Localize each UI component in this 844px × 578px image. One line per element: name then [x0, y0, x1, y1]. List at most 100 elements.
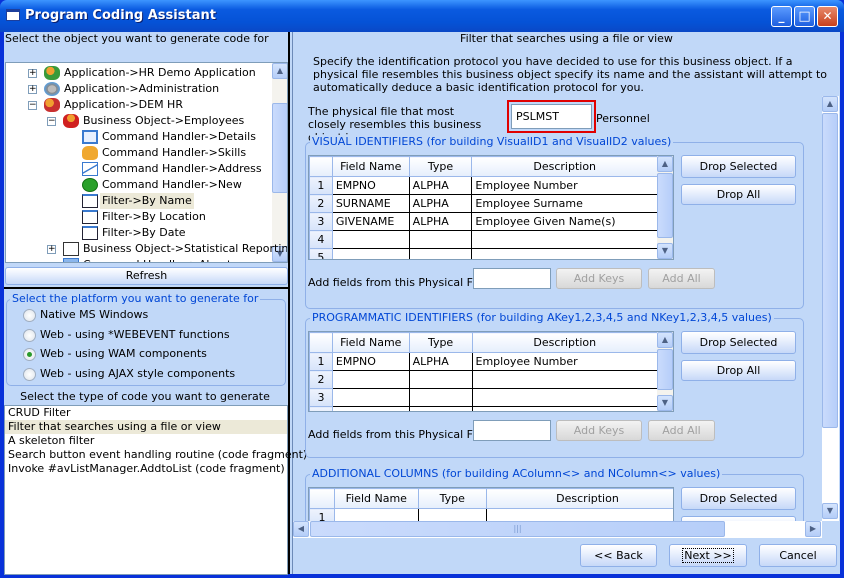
- maximize-button[interactable]: □: [794, 6, 815, 27]
- platform-radio[interactable]: [23, 348, 36, 361]
- code-type-item[interactable]: Search button event handling routine (co…: [5, 448, 307, 462]
- content-hscrollbar[interactable]: ◀ ||| ▶: [293, 521, 822, 538]
- platform-radio[interactable]: [23, 328, 36, 342]
- table-cell[interactable]: [471, 370, 658, 389]
- column-header[interactable]: Field Name: [333, 488, 419, 509]
- table-cell[interactable]: EMPNO: [331, 176, 410, 195]
- platform-label[interactable]: Web - using AJAX style components: [40, 367, 235, 380]
- visual-grid[interactable]: Field Name Type Description 1 EMPNO ALPHA Empl…: [308, 155, 674, 260]
- column-header[interactable]: Field Name: [331, 332, 410, 353]
- table-cell[interactable]: [471, 230, 658, 249]
- table-row[interactable]: 5: [309, 248, 658, 259]
- table-cell[interactable]: ALPHA: [408, 176, 473, 195]
- content-vscrollbar[interactable]: ▲ ▼: [822, 96, 839, 521]
- table-cell[interactable]: [408, 230, 473, 249]
- expand-toggle[interactable]: −: [47, 117, 56, 126]
- table-cell[interactable]: ALPHA: [408, 194, 473, 213]
- table-cell[interactable]: [331, 406, 410, 411]
- scroll-thumb[interactable]: [272, 103, 287, 193]
- tree-item[interactable]: Application->DEM HR: [64, 97, 183, 113]
- scroll-down-icon[interactable]: ▼: [822, 503, 838, 519]
- expand-toggle[interactable]: +: [28, 69, 37, 78]
- table-cell[interactable]: [471, 248, 658, 259]
- table-cell[interactable]: [471, 388, 658, 407]
- code-type-list[interactable]: CRUD Filter Filter that searches using a …: [4, 405, 307, 575]
- table-cell[interactable]: [331, 230, 410, 249]
- column-header[interactable]: Type: [417, 488, 487, 509]
- add-keys-button[interactable]: Add Keys: [556, 268, 642, 289]
- scroll-right-icon[interactable]: ▶: [805, 521, 821, 537]
- add-fields-input[interactable]: [473, 268, 551, 289]
- tree-item[interactable]: Command Handler->Details: [102, 129, 256, 145]
- minimize-button[interactable]: _: [771, 6, 792, 27]
- scroll-up-icon[interactable]: ▲: [272, 63, 287, 79]
- table-cell[interactable]: [471, 406, 658, 411]
- physical-file-input[interactable]: PSLMST: [511, 104, 592, 129]
- tree-item[interactable]: Filter->By Name: [100, 193, 194, 209]
- next-button[interactable]: Next >>: [669, 544, 747, 567]
- expand-toggle[interactable]: +: [28, 85, 37, 94]
- scroll-thumb[interactable]: [822, 113, 838, 428]
- additional-grid[interactable]: Field Name Type Description 1: [308, 487, 674, 521]
- column-header[interactable]: Type: [408, 156, 473, 177]
- close-button[interactable]: ✕: [817, 6, 838, 27]
- programmatic-grid-scrollbar[interactable]: ▲ ▼: [657, 332, 673, 411]
- scroll-up-icon[interactable]: ▲: [657, 332, 673, 348]
- expand-toggle[interactable]: +: [47, 245, 56, 254]
- add-all-button[interactable]: Add All: [648, 268, 715, 289]
- table-cell[interactable]: ALPHA: [408, 212, 473, 231]
- scroll-thumb[interactable]: |||: [310, 521, 725, 537]
- platform-radio[interactable]: [23, 309, 36, 322]
- table-cell[interactable]: [331, 248, 410, 259]
- column-header[interactable]: [309, 332, 333, 353]
- tree-item[interactable]: Filter->By Date: [102, 225, 186, 241]
- platform-label[interactable]: Native MS Windows: [40, 308, 148, 321]
- code-type-item[interactable]: Filter that searches using a file or vie…: [5, 420, 287, 434]
- table-row[interactable]: 4: [309, 406, 658, 411]
- table-cell[interactable]: [331, 388, 410, 407]
- table-cell[interactable]: [408, 370, 473, 389]
- drop-selected-button[interactable]: Drop Selected: [681, 487, 796, 510]
- table-cell[interactable]: [408, 248, 473, 259]
- scroll-down-icon[interactable]: ▼: [657, 243, 673, 259]
- add-keys-button[interactable]: Add Keys: [556, 420, 642, 441]
- scroll-up-icon[interactable]: ▲: [822, 96, 838, 112]
- table-cell[interactable]: ALPHA: [408, 352, 473, 371]
- table-cell[interactable]: [417, 508, 487, 521]
- tree-scrollbar[interactable]: ▲ ▼: [272, 63, 287, 262]
- table-row[interactable]: 3: [309, 388, 658, 407]
- table-cell[interactable]: [408, 406, 473, 411]
- table-cell[interactable]: [408, 388, 473, 407]
- table-cell[interactable]: EMPNO: [331, 352, 410, 371]
- tree-item[interactable]: Command Handler->Address: [102, 161, 262, 177]
- table-row[interactable]: 1: [309, 508, 673, 521]
- table-row[interactable]: 4: [309, 230, 658, 249]
- table-row[interactable]: 1 EMPNO ALPHA Employee Number: [309, 176, 658, 195]
- drop-selected-button[interactable]: Drop Selected: [681, 331, 796, 354]
- tree-item[interactable]: Filter->By Location: [102, 209, 206, 225]
- scroll-left-icon[interactable]: ◀: [293, 521, 309, 537]
- cancel-button[interactable]: Cancel: [759, 544, 837, 567]
- visual-grid-scrollbar[interactable]: ▲ ▼: [657, 156, 673, 259]
- title-bar[interactable]: Program Coding Assistant _ □ ✕: [0, 0, 844, 32]
- expand-toggle[interactable]: −: [28, 101, 37, 110]
- drop-all-button[interactable]: Drop All: [681, 360, 796, 381]
- tree-item[interactable]: Command Handler->Skills: [102, 145, 246, 161]
- tree-item[interactable]: Business Object->Employees: [83, 113, 244, 129]
- programmatic-grid[interactable]: Field Name Type Description 1 EMPNO ALPHA Empl…: [308, 331, 674, 412]
- drop-selected-button[interactable]: Drop Selected: [681, 155, 796, 178]
- table-row[interactable]: 2 SURNAME ALPHA Employee Surname: [309, 194, 658, 213]
- scroll-thumb[interactable]: [657, 173, 673, 238]
- table-cell[interactable]: [333, 508, 419, 521]
- column-header[interactable]: [309, 156, 333, 177]
- table-row[interactable]: 1 EMPNO ALPHA Employee Number: [309, 352, 658, 371]
- table-cell[interactable]: GIVENAME: [331, 212, 410, 231]
- back-button[interactable]: << Back: [580, 544, 657, 567]
- column-header[interactable]: Type: [408, 332, 473, 353]
- column-header[interactable]: Description: [471, 156, 658, 177]
- tree-item[interactable]: Application->HR Demo Application: [64, 65, 256, 81]
- tree-item[interactable]: Application->Administration: [64, 81, 219, 97]
- code-type-item[interactable]: A skeleton filter: [5, 434, 287, 448]
- drop-all-button[interactable]: Drop All: [681, 184, 796, 205]
- tree-item[interactable]: Command Handler->New: [102, 177, 242, 193]
